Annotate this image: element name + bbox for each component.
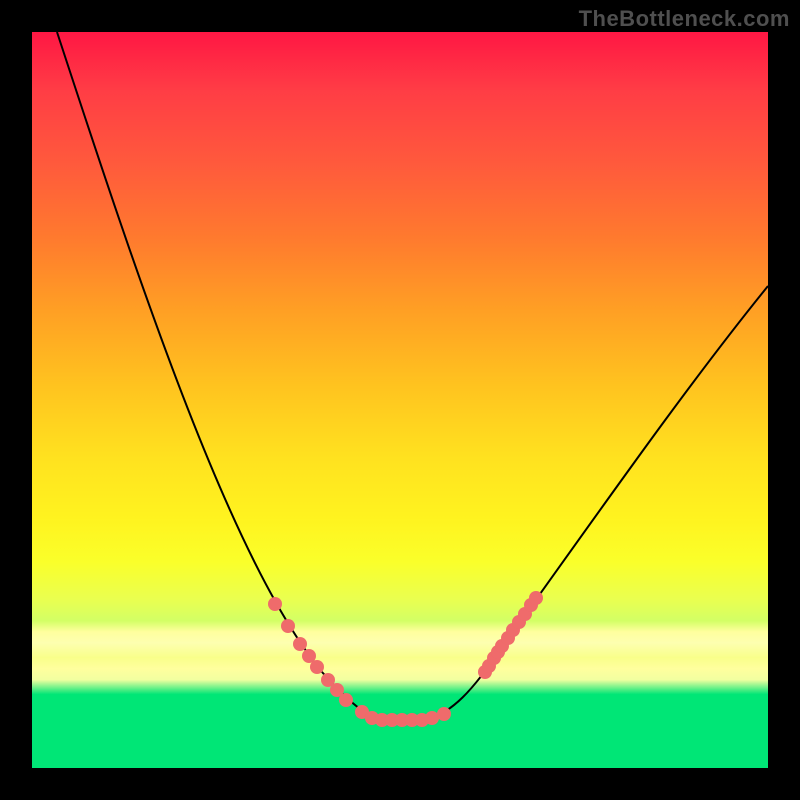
curve-dot [293, 637, 307, 651]
curve-dot [281, 619, 295, 633]
curve-dot [425, 711, 439, 725]
watermark-text: TheBottleneck.com [579, 6, 790, 32]
chart-svg [32, 32, 768, 768]
bottleneck-curve [57, 32, 768, 720]
curve-dot [529, 591, 543, 605]
chart-frame: TheBottleneck.com [0, 0, 800, 800]
curve-dot [268, 597, 282, 611]
curve-dot [339, 693, 353, 707]
curve-dot [310, 660, 324, 674]
curve-dot [437, 707, 451, 721]
curve-dot-group [268, 591, 543, 727]
